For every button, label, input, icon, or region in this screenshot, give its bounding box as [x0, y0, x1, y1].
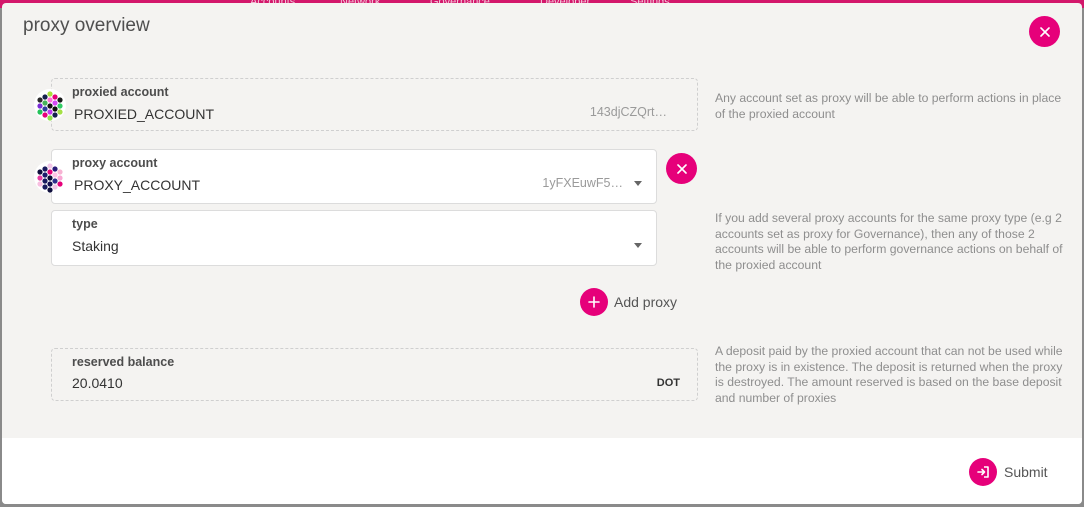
- submit-label: Submit: [1004, 464, 1048, 480]
- proxy-account-address: 1yFXEuwF5…: [542, 176, 623, 190]
- proxied-account-address: 143djCZQrt…: [589, 105, 667, 119]
- modal-footer: Submit: [2, 438, 1082, 504]
- proxy-account-identicon: [34, 161, 66, 193]
- reserved-balance-label: reserved balance: [72, 355, 175, 369]
- reserved-balance-unit: DOT: [656, 377, 680, 389]
- remove-proxy-button[interactable]: [666, 153, 697, 184]
- close-icon: [676, 163, 687, 174]
- proxy-account-name: PROXY_ACCOUNT: [74, 177, 201, 193]
- plus-icon: [580, 288, 608, 316]
- sign-in-icon: [969, 458, 997, 486]
- proxied-account-name: PROXIED_ACCOUNT: [74, 106, 215, 122]
- proxied-account-field: proxied account PROXIED_ACCOUNT 143djCZQ…: [51, 78, 698, 131]
- chevron-down-icon: [634, 181, 642, 186]
- proxied-account-identicon: [34, 89, 66, 121]
- proxy-type-label: type: [72, 217, 98, 231]
- chevron-down-icon: [634, 243, 642, 248]
- proxy-type-value: Staking: [72, 238, 119, 254]
- reserved-balance-help: A deposit paid by the proxied account th…: [715, 344, 1063, 405]
- submit-button[interactable]: Submit: [969, 458, 1048, 486]
- proxy-type-dropdown[interactable]: type Staking: [51, 210, 657, 266]
- reserved-balance-field: reserved balance 20.0410 DOT: [51, 348, 698, 401]
- proxy-type-help: If you add several proxy accounts for th…: [715, 211, 1063, 272]
- proxy-overview-modal: proxy overview proxied account PROXIED_A…: [2, 3, 1082, 504]
- proxied-account-help: Any account set as proxy will be able to…: [715, 91, 1062, 121]
- modal-title: proxy overview: [23, 15, 150, 36]
- add-proxy-button[interactable]: Add proxy: [580, 288, 677, 316]
- reserved-balance-value: 20.0410: [72, 375, 123, 391]
- proxy-account-label: proxy account: [72, 156, 158, 170]
- close-icon: [1039, 26, 1050, 37]
- close-modal-button[interactable]: [1029, 16, 1060, 47]
- proxy-account-dropdown[interactable]: proxy account PROXY_ACCOUNT 1yFXEuwF5…: [51, 149, 657, 204]
- add-proxy-label: Add proxy: [614, 294, 678, 310]
- proxied-account-label: proxied account: [72, 85, 169, 99]
